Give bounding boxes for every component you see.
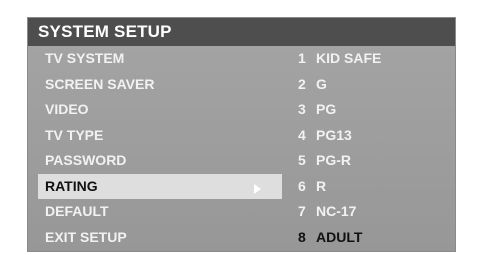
rating-option-label: R (316, 177, 327, 194)
rating-option-number: 8 (298, 228, 306, 245)
rating-option-label: G (316, 75, 327, 92)
rating-option-nc-17[interactable]: 7 NC-17 (298, 199, 448, 225)
menu-title: SYSTEM SETUP (28, 18, 455, 46)
rating-option-r[interactable]: 6R (298, 174, 448, 200)
menu-item-default[interactable]: DEFAULT (38, 199, 282, 225)
rating-option-label: ADULT (316, 228, 363, 245)
system-setup-menu: SYSTEM SETUP TV SYSTEM SCREEN SAVER VIDE… (27, 17, 456, 252)
rating-option-pg[interactable]: 3 PG (298, 97, 448, 123)
rating-option-number: 2 (298, 75, 306, 92)
rating-option-g[interactable]: 2G (298, 72, 448, 98)
menu-item-screen-saver[interactable]: SCREEN SAVER (38, 72, 282, 98)
menu-item-exit-setup[interactable]: EXIT SETUP (38, 225, 282, 251)
menu-item-video[interactable]: VIDEO (38, 97, 282, 123)
menu-item-tv-type[interactable]: TV TYPE (38, 123, 282, 149)
rating-option-number: 5 (298, 152, 306, 168)
rating-option-number: 4 (298, 126, 306, 143)
right-triangle-icon (254, 184, 261, 194)
rating-option-kid-safe[interactable]: 1 KID SAFE (298, 46, 448, 72)
rating-option-label: PG-R (316, 152, 351, 168)
rating-option-label: PG (316, 101, 337, 117)
menu-body: TV SYSTEM SCREEN SAVER VIDEO TV TYPE PAS… (28, 46, 455, 251)
rating-option-adult[interactable]: 8 ADULT (298, 225, 448, 251)
rating-option-number: 6 (298, 177, 306, 194)
rating-option-label: PG13 (316, 126, 352, 143)
menu-item-tv-system[interactable]: TV SYSTEM (38, 46, 282, 72)
menu-item-rating[interactable]: RATING (38, 173, 282, 199)
rating-option-label: NC-17 (316, 203, 357, 219)
rating-option-number: 1 (298, 50, 306, 66)
rating-option-pg-r[interactable]: 5 PG-R (298, 148, 448, 174)
rating-option-number: 7 (298, 203, 306, 219)
rating-option-label: KID SAFE (316, 50, 382, 66)
rating-option-number: 3 (298, 101, 306, 117)
setup-menu-list: TV SYSTEM SCREEN SAVER VIDEO TV TYPE PAS… (38, 46, 282, 250)
rating-options-list: 1 KID SAFE 2G 3 PG 4 PG13 5 PG-R 6R 7 NC-17 8… (298, 46, 448, 250)
rating-option-pg13[interactable]: 4 PG13 (298, 123, 448, 149)
menu-item-password[interactable]: PASSWORD (38, 148, 282, 174)
